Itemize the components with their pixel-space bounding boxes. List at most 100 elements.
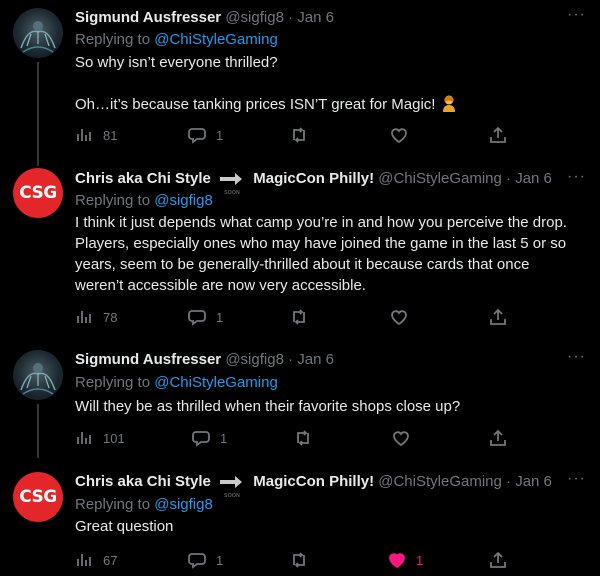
- tweet-4[interactable]: CSG Chris aka Chi Style SOON MagicCon Ph…: [0, 458, 600, 576]
- handle[interactable]: @sigfig8: [225, 9, 284, 26]
- person-shrugging-emoji-icon: [443, 95, 456, 112]
- reply-icon: [192, 431, 210, 447]
- tweet-header: Sigmund Ausfresser @sigfig8 · Jan 6: [75, 351, 334, 369]
- share-icon: [490, 308, 506, 325]
- retweet-button[interactable]: [290, 551, 318, 569]
- views-icon: [77, 311, 91, 323]
- reply-button[interactable]: 1: [188, 308, 223, 326]
- more-options-icon[interactable]: ···: [567, 6, 586, 24]
- display-name-suffix[interactable]: MagicCon Philly!: [253, 473, 374, 490]
- like-button[interactable]: [390, 308, 418, 326]
- separator-dot: ·: [506, 473, 512, 490]
- tweet-text: Great question: [75, 518, 174, 535]
- avatar[interactable]: [13, 8, 63, 58]
- views-icon: [77, 129, 91, 141]
- soon-label: SOON: [224, 493, 240, 500]
- avatar[interactable]: CSG: [13, 472, 63, 522]
- share-button[interactable]: [489, 429, 507, 447]
- thread-line: [37, 62, 39, 166]
- more-options-icon[interactable]: ···: [567, 348, 586, 366]
- handle[interactable]: @sigfig8: [225, 351, 284, 368]
- handle[interactable]: @ChiStyleGaming: [378, 170, 502, 187]
- views-button[interactable]: 101: [75, 429, 125, 447]
- more-options-icon[interactable]: ···: [567, 168, 586, 186]
- mention-link[interactable]: @sigfig8: [154, 496, 213, 513]
- views-icon: [77, 432, 91, 444]
- tweet-header: Chris aka Chi Style SOON MagicCon Philly…: [75, 170, 552, 196]
- like-button[interactable]: 1: [388, 551, 423, 569]
- replying-to: Replying to @ChiStyleGaming: [75, 30, 278, 50]
- avatar[interactable]: [13, 350, 63, 400]
- heart-icon: [391, 128, 407, 144]
- tweet-actions: 67 1 1: [75, 551, 525, 571]
- views-button[interactable]: 78: [75, 308, 117, 326]
- retweet-button[interactable]: [294, 429, 322, 447]
- more-options-icon[interactable]: ···: [567, 470, 586, 488]
- replying-to: Replying to @sigfig8: [75, 495, 213, 515]
- arrow-soon-badge: SOON: [219, 172, 243, 196]
- retweet-icon: [293, 309, 305, 325]
- timestamp[interactable]: Jan 6: [515, 170, 552, 187]
- reply-button[interactable]: 1: [192, 429, 227, 447]
- avatar-logo-text: CSG: [19, 487, 57, 507]
- tweet-header: Chris aka Chi Style SOON MagicCon Philly…: [75, 473, 552, 499]
- separator-dot: ·: [288, 9, 294, 26]
- tweet-2[interactable]: CSG Chris aka Chi Style SOON MagicCon Ph…: [0, 166, 600, 342]
- display-name[interactable]: Sigmund Ausfresser: [75, 9, 221, 26]
- heart-filled-icon: [389, 553, 405, 569]
- tweet-text: So why isn’t everyone thrilled? Oh…it’s …: [75, 52, 580, 115]
- replying-prefix: Replying to: [75, 496, 151, 513]
- thread-line: [37, 404, 39, 458]
- tweet-actions: 101 1: [75, 429, 525, 449]
- mention-link[interactable]: @ChiStyleGaming: [154, 31, 278, 48]
- avatar-image: [20, 363, 56, 395]
- retweet-icon: [297, 430, 309, 446]
- retweet-icon: [293, 552, 305, 568]
- arrow-soon-badge: SOON: [219, 475, 243, 499]
- tweet-1[interactable]: Sigmund Ausfresser @sigfig8 · Jan 6 ··· …: [0, 0, 600, 166]
- separator-dot: ·: [506, 170, 512, 187]
- share-button[interactable]: [489, 126, 507, 144]
- replying-to: Replying to @sigfig8: [75, 191, 213, 211]
- separator-dot: ·: [288, 351, 294, 368]
- tweet-text-line: So why isn’t everyone thrilled?: [75, 54, 278, 71]
- timestamp[interactable]: Jan 6: [515, 473, 552, 490]
- tweet-text-line: Oh…it’s because tanking prices ISN’T gre…: [75, 94, 580, 115]
- reply-button[interactable]: 1: [188, 126, 223, 144]
- tweet-3[interactable]: Sigmund Ausfresser @sigfig8 · Jan 6 ··· …: [0, 342, 600, 458]
- mention-link[interactable]: @ChiStyleGaming: [154, 374, 278, 391]
- like-button[interactable]: [390, 126, 418, 144]
- avatar[interactable]: CSG: [13, 168, 63, 218]
- replying-prefix: Replying to: [75, 374, 151, 391]
- views-button[interactable]: 81: [75, 126, 117, 144]
- share-button[interactable]: [489, 551, 507, 569]
- reply-button[interactable]: 1: [188, 551, 223, 569]
- display-name-suffix[interactable]: MagicCon Philly!: [253, 170, 374, 187]
- reply-icon: [188, 553, 206, 569]
- views-button[interactable]: 67: [75, 551, 117, 569]
- share-button[interactable]: [489, 308, 507, 326]
- timestamp[interactable]: Jan 6: [297, 9, 334, 26]
- reply-icon: [188, 310, 206, 326]
- retweet-button[interactable]: [290, 308, 318, 326]
- timestamp[interactable]: Jan 6: [297, 351, 334, 368]
- heart-icon: [391, 310, 407, 326]
- soon-label: SOON: [224, 190, 240, 197]
- tweet-actions: 78 1: [75, 308, 525, 328]
- views-icon: [77, 554, 91, 566]
- avatar-logo-text: CSG: [19, 183, 57, 203]
- share-icon: [490, 429, 506, 446]
- tweet-text: Will they be as thrilled when their favo…: [75, 398, 461, 415]
- display-name[interactable]: Sigmund Ausfresser: [75, 351, 221, 368]
- display-name[interactable]: Chris aka Chi Style: [75, 170, 211, 187]
- mention-link[interactable]: @sigfig8: [154, 192, 213, 209]
- share-icon: [490, 551, 506, 568]
- like-button[interactable]: [392, 429, 420, 447]
- tweet-text: I think it just depends what camp you’re…: [75, 214, 567, 294]
- tweet-header: Sigmund Ausfresser @sigfig8 · Jan 6: [75, 9, 334, 27]
- display-name[interactable]: Chris aka Chi Style: [75, 473, 211, 490]
- share-icon: [490, 126, 506, 143]
- replying-to: Replying to @ChiStyleGaming: [75, 373, 278, 393]
- handle[interactable]: @ChiStyleGaming: [378, 473, 502, 490]
- retweet-button[interactable]: [290, 126, 318, 144]
